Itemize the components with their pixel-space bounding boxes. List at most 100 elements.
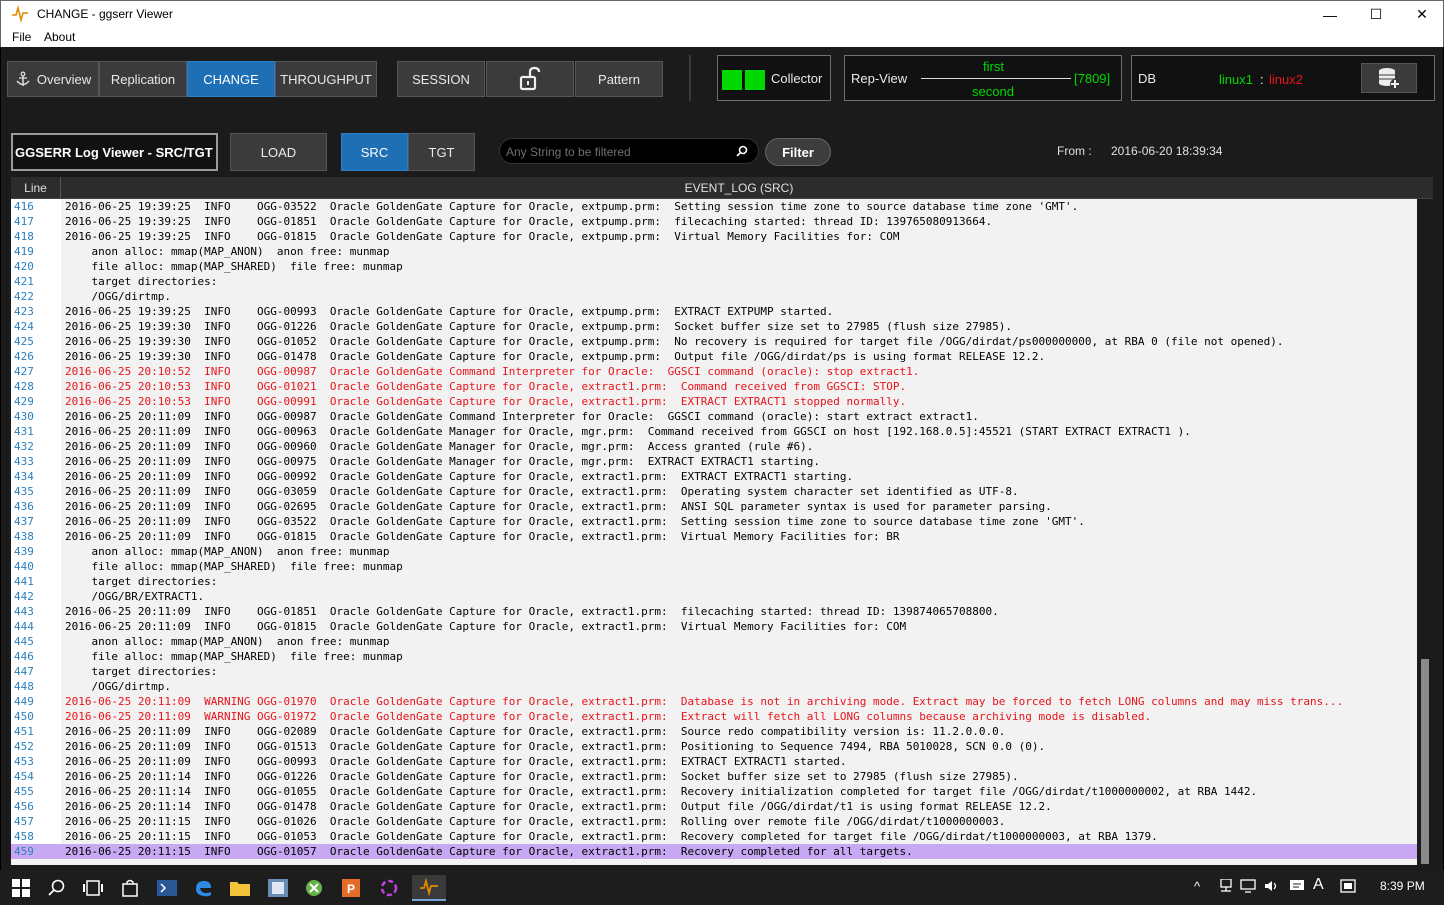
table-row[interactable]: 447 target directories: [11, 664, 1417, 679]
table-row[interactable]: 440 file alloc: mmap(MAP_SHARED) file fr… [11, 559, 1417, 574]
table-row[interactable]: 453 2016-06-25 20:11:09 INFO OGG-00993 Or… [11, 754, 1417, 769]
tray-chevron-icon[interactable]: ^ [1194, 879, 1200, 894]
table-row[interactable]: 431 2016-06-25 20:11:09 INFO OGG-00963 Or… [11, 424, 1417, 439]
table-row[interactable]: 445 anon alloc: mmap(MAP_ANON) anon free… [11, 634, 1417, 649]
network-icon[interactable] [1218, 878, 1234, 896]
table-row[interactable]: 430 2016-06-25 20:11:09 INFO OGG-00987 Or… [11, 409, 1417, 424]
line-number: 417 [11, 214, 61, 229]
table-row[interactable]: 417 2016-06-25 19:39:25 INFO OGG-01851 Or… [11, 214, 1417, 229]
table-row[interactable]: 428 2016-06-25 20:10:53 INFO OGG-01021 Or… [11, 379, 1417, 394]
taskbar-clock[interactable]: 8:39 PM [1380, 879, 1425, 893]
store-icon[interactable] [117, 875, 143, 901]
line-number: 425 [11, 334, 61, 349]
log-text: target directories: [65, 665, 218, 678]
powershell-icon[interactable] [154, 875, 180, 901]
session-button[interactable]: SESSION [397, 61, 485, 97]
table-row[interactable]: 451 2016-06-25 20:11:09 INFO OGG-02089 Or… [11, 724, 1417, 739]
table-row[interactable]: 450 2016-06-25 20:11:09 WARNING OGG-01972… [11, 709, 1417, 724]
app-purple-icon[interactable] [376, 875, 402, 901]
table-row[interactable]: 454 2016-06-25 20:11:14 INFO OGG-01226 Or… [11, 769, 1417, 784]
database-add-icon [1379, 68, 1400, 89]
filter-button[interactable]: Filter [765, 138, 831, 166]
table-row[interactable]: 419 anon alloc: mmap(MAP_ANON) anon free… [11, 244, 1417, 259]
table-row[interactable]: 457 2016-06-25 20:11:15 INFO OGG-01026 Or… [11, 814, 1417, 829]
svg-text:P: P [347, 882, 355, 896]
column-header-line[interactable]: Line [11, 177, 61, 199]
table-row[interactable]: 437 2016-06-25 20:11:09 INFO OGG-03522 Or… [11, 514, 1417, 529]
column-header-event-log[interactable]: EVENT_LOG (SRC) [61, 177, 1417, 199]
start-icon[interactable] [8, 875, 34, 901]
notification-icon[interactable] [1289, 879, 1305, 896]
table-row[interactable]: 422 /OGG/dirtmp. [11, 289, 1417, 304]
add-database-button[interactable] [1361, 63, 1417, 93]
pattern-button[interactable]: Pattern [575, 61, 663, 97]
table-row[interactable]: 444 2016-06-25 20:11:09 INFO OGG-01815 Or… [11, 619, 1417, 634]
collector-panel[interactable]: Collector [717, 55, 831, 101]
tgt-button[interactable]: TGT [408, 133, 475, 171]
db-panel[interactable]: DB linux1 : linux2 [1131, 55, 1435, 101]
table-row[interactable]: 458 2016-06-25 20:11:15 INFO OGG-01053 Or… [11, 829, 1417, 844]
table-row[interactable]: 423 2016-06-25 19:39:25 INFO OGG-00993 Or… [11, 304, 1417, 319]
table-row[interactable]: 433 2016-06-25 20:11:09 INFO OGG-00975 Or… [11, 454, 1417, 469]
tab-change[interactable]: CHANGE [187, 61, 275, 97]
table-row[interactable]: 425 2016-06-25 19:39:30 INFO OGG-01052 Or… [11, 334, 1417, 349]
table-row[interactable]: 416 2016-06-25 19:39:25 INFO OGG-03522 Or… [11, 199, 1417, 214]
keyboard-icon[interactable] [1340, 879, 1356, 896]
line-number: 449 [11, 694, 61, 709]
table-row[interactable]: 459 2016-06-25 20:11:15 INFO OGG-01057 Or… [11, 844, 1417, 859]
table-row[interactable]: 452 2016-06-25 20:11:09 INFO OGG-01513 Or… [11, 739, 1417, 754]
close-button[interactable]: ✕ [1399, 1, 1444, 28]
database-tool-icon[interactable] [265, 875, 291, 901]
table-row[interactable]: 421 target directories: [11, 274, 1417, 289]
src-button[interactable]: SRC [341, 133, 408, 171]
table-row[interactable]: 456 2016-06-25 20:11:14 INFO OGG-01478 Or… [11, 799, 1417, 814]
unlock-button[interactable] [486, 61, 574, 97]
table-row[interactable]: 427 2016-06-25 20:10:52 INFO OGG-00987 Or… [11, 364, 1417, 379]
menu-about[interactable]: About [44, 30, 75, 44]
table-row[interactable]: 441 target directories: [11, 574, 1417, 589]
powerpoint-icon[interactable]: P [338, 875, 364, 901]
menu-file[interactable]: File [12, 30, 31, 44]
db-host-separator: : [1260, 72, 1264, 87]
table-row[interactable]: 424 2016-06-25 19:39:30 INFO OGG-01226 Or… [11, 319, 1417, 334]
table-row[interactable]: 438 2016-06-25 20:11:09 INFO OGG-01815 Or… [11, 529, 1417, 544]
ime-icon[interactable]: A [1313, 876, 1324, 894]
repview-panel[interactable]: Rep-View first second [7809] [844, 55, 1122, 101]
vertical-scrollbar[interactable] [1417, 199, 1433, 865]
table-row[interactable]: 446 file alloc: mmap(MAP_SHARED) file fr… [11, 649, 1417, 664]
line-number: 428 [11, 379, 61, 394]
table-row[interactable]: 426 2016-06-25 19:39:30 INFO OGG-01478 Or… [11, 349, 1417, 364]
minimize-button[interactable]: — [1307, 1, 1353, 28]
search-taskbar-icon[interactable] [44, 875, 70, 901]
load-button[interactable]: LOAD [230, 133, 327, 171]
edge-icon[interactable] [190, 875, 216, 901]
table-row[interactable]: 455 2016-06-25 20:11:14 INFO OGG-01055 Or… [11, 784, 1417, 799]
table-row[interactable]: 436 2016-06-25 20:11:09 INFO OGG-02695 Or… [11, 499, 1417, 514]
ggserr-viewer-icon[interactable] [412, 875, 446, 901]
table-row[interactable]: 442 /OGG/BR/EXTRACT1. [11, 589, 1417, 604]
table-row[interactable]: 418 2016-06-25 19:39:25 INFO OGG-01815 Or… [11, 229, 1417, 244]
excel-icon[interactable] [301, 875, 327, 901]
tab-throughput[interactable]: THROUGHPUT [275, 61, 377, 97]
volume-icon[interactable] [1264, 879, 1280, 896]
tab-overview[interactable]: Overview [7, 61, 99, 97]
file-explorer-icon[interactable] [227, 875, 253, 901]
table-row[interactable]: 432 2016-06-25 20:11:09 INFO OGG-00960 Or… [11, 439, 1417, 454]
task-view-icon[interactable] [80, 875, 106, 901]
scrollbar-thumb[interactable] [1421, 659, 1429, 864]
anchor-icon [16, 71, 30, 86]
table-row[interactable]: 435 2016-06-25 20:11:09 INFO OGG-03059 Or… [11, 484, 1417, 499]
table-row[interactable]: 443 2016-06-25 20:11:09 INFO OGG-01851 Or… [11, 604, 1417, 619]
repview-first: first [983, 59, 1004, 74]
table-row[interactable]: 420 file alloc: mmap(MAP_SHARED) file fr… [11, 259, 1417, 274]
filter-input[interactable]: Any String to be filtered [499, 138, 759, 164]
tab-replication[interactable]: Replication [99, 61, 187, 97]
table-row[interactable]: 439 anon alloc: mmap(MAP_ANON) anon free… [11, 544, 1417, 559]
table-row[interactable]: 449 2016-06-25 20:11:09 WARNING OGG-01970… [11, 694, 1417, 709]
log-text: 2016-06-25 20:10:52 INFO OGG-00987 Oracl… [65, 365, 920, 378]
table-row[interactable]: 429 2016-06-25 20:10:53 INFO OGG-00991 Or… [11, 394, 1417, 409]
table-row[interactable]: 448 /OGG/dirtmp. [11, 679, 1417, 694]
maximize-button[interactable]: ☐ [1353, 1, 1399, 28]
display-icon[interactable] [1240, 879, 1256, 896]
table-row[interactable]: 434 2016-06-25 20:11:09 INFO OGG-00992 Or… [11, 469, 1417, 484]
